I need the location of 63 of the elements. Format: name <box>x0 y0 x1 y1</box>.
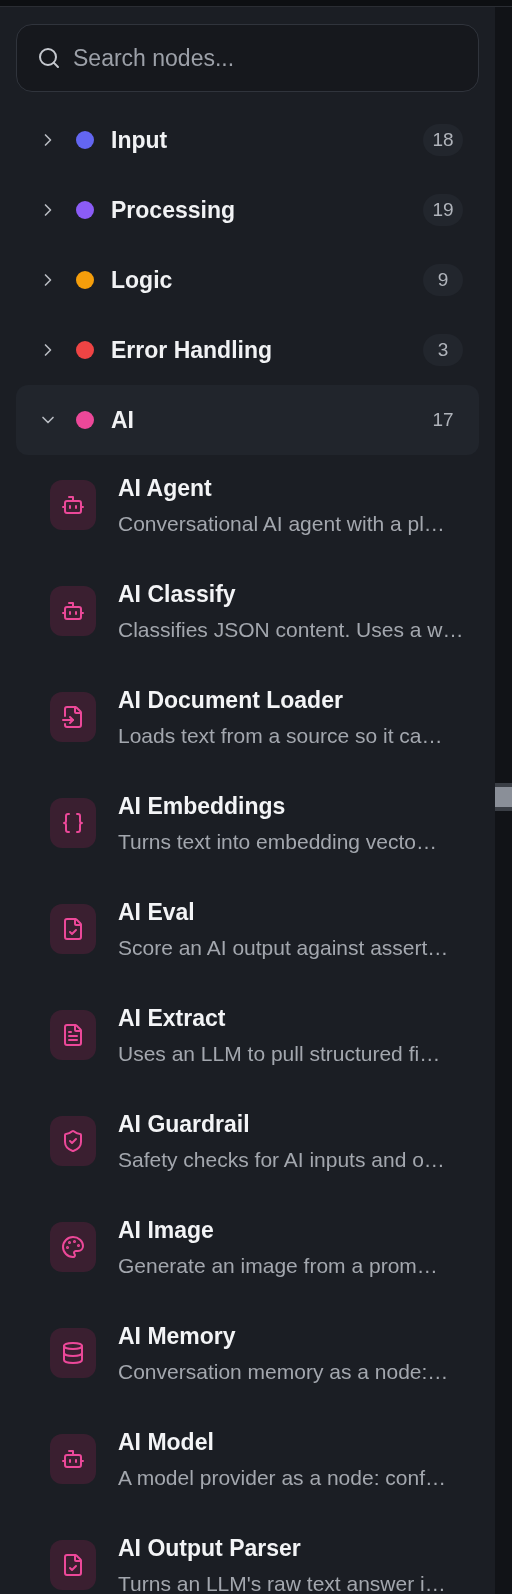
item-count: 19 <box>423 194 463 226</box>
node-description: Uses an LLM to pull structured fi… <box>118 1041 441 1067</box>
node-item[interactable]: AI Memory Conversation memory as a node:… <box>16 1321 479 1427</box>
node-description: Score an AI output against assert… <box>118 935 449 961</box>
search-box[interactable]: Search nodes... <box>16 24 479 92</box>
node-description: Generate an image from a prom… <box>118 1253 438 1279</box>
node-item[interactable]: AI Model A model provider as a node: conf… <box>16 1427 479 1533</box>
node-item[interactable]: AI Agent Conversational AI agent with a pl… <box>16 473 479 579</box>
category-row[interactable]: Logic 9 <box>16 245 479 315</box>
robot-icon <box>61 1447 85 1471</box>
item-count: 9 <box>423 264 463 296</box>
category-row[interactable]: Input 18 <box>16 105 479 175</box>
node-title: AI Embeddings <box>118 792 287 821</box>
category-label: Logic <box>111 265 173 295</box>
shield-check-icon <box>61 1129 85 1153</box>
node-title: AI Classify <box>118 580 237 609</box>
node-description: Conversation memory as a node:… <box>118 1359 449 1385</box>
node-item[interactable]: AI Classify Classifies JSON content. Uses a w… <box>16 579 479 685</box>
search-icon <box>37 46 61 70</box>
node-item[interactable]: AI Embeddings Turns text into embedding vecto… <box>16 791 479 897</box>
node-title: AI Guardrail <box>118 1110 251 1139</box>
robot-icon <box>61 493 85 517</box>
file-check-icon <box>61 1553 85 1577</box>
node-title: AI Extract <box>118 1004 227 1033</box>
node-item[interactable]: AI Output Parser Turns an LLM's raw text answer i… <box>16 1533 479 1594</box>
node-description: A model provider as a node: conf… <box>118 1465 447 1491</box>
node-item[interactable]: AI Guardrail Safety checks for AI inputs and o… <box>16 1109 479 1215</box>
node-item[interactable]: AI Document Loader Loads text from a source so it ca… <box>16 685 479 791</box>
category-label: AI <box>111 405 134 435</box>
node-title: AI Output Parser <box>118 1534 302 1563</box>
file-check-icon <box>61 917 85 941</box>
palette-icon <box>61 1235 85 1259</box>
category-label: Error Handling <box>111 335 272 365</box>
database-icon <box>61 1341 85 1365</box>
item-count: 3 <box>423 334 463 366</box>
node-title: AI Eval <box>118 898 196 927</box>
robot-icon <box>61 599 85 623</box>
node-title: AI Image <box>118 1216 215 1245</box>
node-description: Classifies JSON content. Uses a w… <box>118 617 464 643</box>
node-title: AI Model <box>118 1428 215 1457</box>
item-count: 17 <box>431 407 455 432</box>
node-description: Conversational AI agent with a pl… <box>118 511 445 537</box>
node-description: Safety checks for AI inputs and o… <box>118 1147 445 1173</box>
item-count: 18 <box>423 124 463 156</box>
document-icon <box>61 1023 85 1047</box>
category-row[interactable]: Processing 19 <box>16 175 479 245</box>
braces-icon <box>61 811 85 835</box>
node-description: Turns text into embedding vecto… <box>118 829 438 855</box>
scrollbar-thumb[interactable] <box>495 783 512 811</box>
node-title: AI Memory <box>118 1322 237 1351</box>
category-label: Input <box>111 125 168 155</box>
node-title: AI Document Loader <box>118 686 344 715</box>
node-description: Turns an LLM's raw text answer i… <box>118 1571 446 1594</box>
file-import-icon <box>61 705 85 729</box>
search-field[interactable]: Search nodes... <box>73 40 458 76</box>
node-description: Loads text from a source so it ca… <box>118 723 443 749</box>
category-row[interactable]: AI 17 <box>16 385 479 455</box>
category-row[interactable]: Error Handling 3 <box>16 315 479 385</box>
node-item[interactable]: AI Eval Score an AI output against assert… <box>16 897 479 1003</box>
category-label: Processing <box>111 195 235 225</box>
node-item[interactable]: AI Image Generate an image from a prom… <box>16 1215 479 1321</box>
node-item[interactable]: AI Extract Uses an LLM to pull structured fi… <box>16 1003 479 1109</box>
node-title: AI Agent <box>118 474 213 503</box>
